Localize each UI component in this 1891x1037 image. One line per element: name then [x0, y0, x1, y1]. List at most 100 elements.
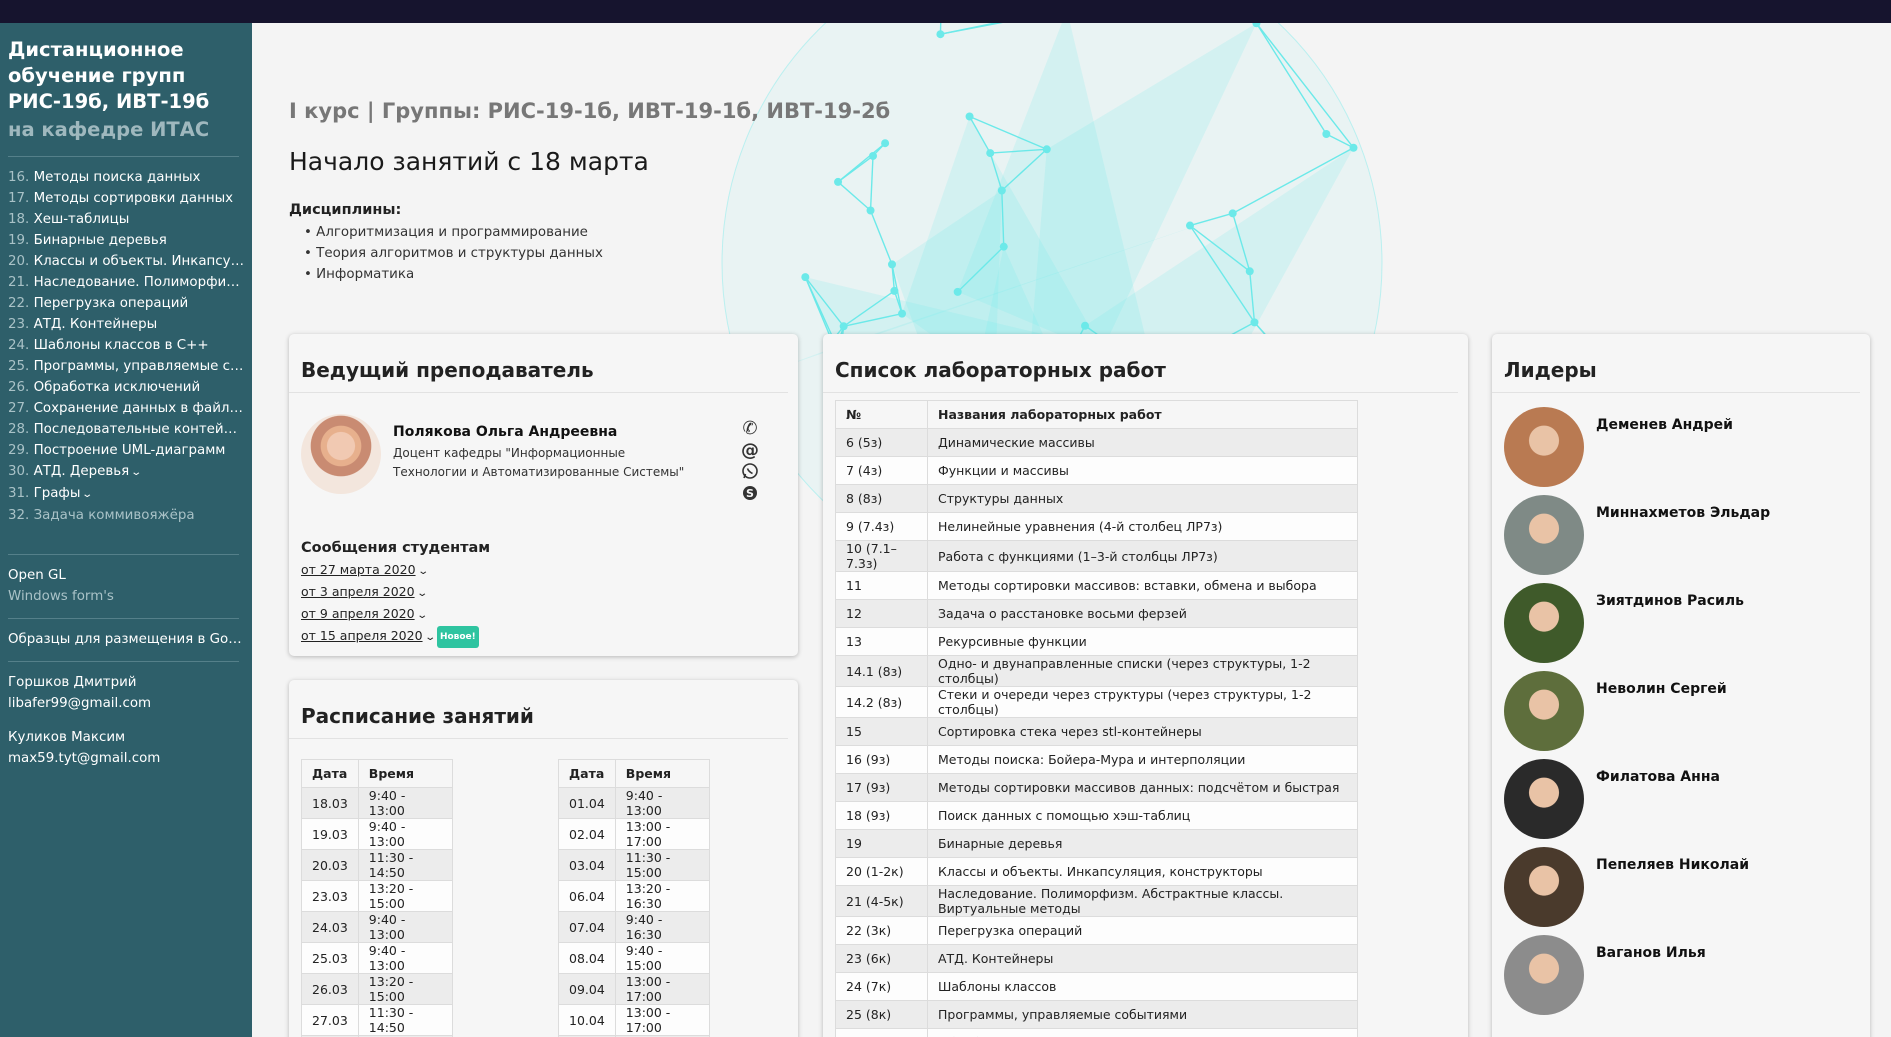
table-cell: Нелинейные уравнения (4-й столбец ЛР7з)	[927, 512, 1358, 541]
table-row: 08.04 9:40 - 15:00	[558, 942, 710, 974]
table-cell: 13:20 - 16:30	[614, 880, 710, 912]
topic-label: Графы	[33, 486, 81, 501]
table-cell: 14.2 (8з)	[835, 686, 928, 718]
table-row: 23 (6к) АТД. Контейнеры	[835, 944, 1358, 973]
teacher-avatar	[301, 414, 381, 494]
leader-item[interactable]: Ваганов Илья	[1504, 935, 1834, 1023]
table-row: 15 Сортировка стека через stl-контейнеры	[835, 717, 1358, 746]
table-header-row: № Названия лабораторных работ	[835, 400, 1358, 429]
table-cell: 16 (9з)	[835, 745, 928, 774]
table-cell: 13	[835, 627, 928, 656]
sidebar-title[interactable]: Дистанционное обучение групп РИС-19б, ИВ…	[8, 37, 244, 145]
table-cell: 01.04	[558, 787, 616, 819]
phone-icon[interactable]: ✆	[739, 418, 761, 440]
chevron-down-icon[interactable]: ⌄	[416, 584, 428, 604]
table-cell: 12	[835, 599, 928, 628]
table-row: 17 (9з) Методы сортировки массивов данных…	[835, 773, 1358, 802]
sidebar-topic-item[interactable]: 22. Перегрузка операций	[8, 293, 244, 314]
table-cell: 25.03	[301, 942, 359, 974]
sidebar-topic-item[interactable]: 17. Методы сортировки данных	[8, 188, 244, 209]
table-row: 12 Задача о расстановке восьми ферзей	[835, 599, 1358, 628]
topic-number: 25.	[8, 359, 30, 374]
sidebar-topic-item[interactable]: 31. Графы⌄	[8, 483, 244, 505]
topic-label: Перегрузка операций	[33, 296, 189, 311]
whatsapp-icon[interactable]	[739, 462, 761, 484]
table-row: 8 (8з) Структуры данных	[835, 484, 1358, 513]
leader-item[interactable]: Миннахметов Эльдар	[1504, 495, 1834, 583]
message-link[interactable]: от 15 апреля 2020	[301, 628, 423, 643]
chevron-down-icon[interactable]: ⌄	[416, 606, 428, 626]
message-link[interactable]: от 27 марта 2020	[301, 562, 416, 577]
sidebar-topic-item[interactable]: 19. Бинарные деревья	[8, 230, 244, 251]
sidebar-topic-item[interactable]: 23. АТД. Контейнеры	[8, 314, 244, 335]
topic-label: Построение UML-диаграмм	[33, 443, 226, 458]
column-header: Время	[357, 759, 453, 788]
leader-item[interactable]: Зиятдинов Расиль	[1504, 583, 1834, 671]
top-bar	[0, 0, 1891, 23]
table-cell: 26 (9к)	[835, 1028, 928, 1037]
topic-label: Обработка исключений	[33, 380, 201, 395]
leader-name: Зиятдинов Расиль	[1596, 593, 1744, 609]
sidebar-topic-item[interactable]: 21. Наследование. Полиморфизм. ...	[8, 272, 244, 293]
sidebar-topic-item[interactable]: 27. Сохранение данных в файле с ...	[8, 398, 244, 419]
table-cell: 9:40 - 16:30	[614, 911, 710, 943]
table-row: 07.04 9:40 - 16:30	[558, 911, 710, 943]
link-opengl[interactable]: Open GL	[8, 565, 244, 586]
topic-label: Наследование. Полиморфизм. ...	[33, 275, 244, 290]
chevron-down-icon[interactable]: ⌄	[130, 462, 142, 483]
table-row: 19 Бинарные деревья	[835, 829, 1358, 858]
sidebar-topic-item[interactable]: 30. АТД. Деревья⌄	[8, 461, 244, 483]
sidebar-topic-item[interactable]: 20. Классы и объекты. Инкапсуляц...	[8, 251, 244, 272]
sidebar-topic-item[interactable]: 29. Построение UML-диаграмм	[8, 440, 244, 461]
table-cell: Задача о расстановке восьми ферзей	[927, 599, 1358, 628]
sidebar-topic-item[interactable]: 25. Программы, управляемые собы...	[8, 356, 244, 377]
table-cell: 9:40 - 13:00	[357, 787, 453, 819]
sidebar-topic-item[interactable]: 28. Последовательные контейнеры...	[8, 419, 244, 440]
table-cell: 09.04	[558, 973, 616, 1005]
table-row: 10 (7.1–7.3з) Работа с функциями (1–3-й с…	[835, 540, 1358, 572]
message-link[interactable]: от 3 апреля 2020	[301, 584, 415, 599]
leader-name: Миннахметов Эльдар	[1596, 505, 1771, 521]
topic-number: 20.	[8, 254, 30, 269]
contact-email[interactable]: max59.tyt@gmail.com	[8, 748, 244, 769]
table-row: 11 Методы сортировки массивов: вставки, о…	[835, 571, 1358, 600]
message-link[interactable]: от 9 апреля 2020	[301, 606, 415, 621]
sidebar-topic-item[interactable]: 18. Хеш-таблицы	[8, 209, 244, 230]
disciplines-label: Дисциплины:	[289, 202, 402, 218]
table-cell: 03.04	[558, 849, 616, 881]
table-row: 6 (5з) Динамические массивы	[835, 428, 1358, 457]
table-row: 13 Рекурсивные функции	[835, 627, 1358, 656]
sidebar-topic-item[interactable]: 32. Задача коммивояжёра	[8, 505, 244, 526]
email-icon[interactable]: @	[739, 440, 761, 462]
table-row: 09.04 13:00 - 17:00	[558, 973, 710, 1005]
table-row: 25 (8к) Программы, управляемые событиями	[835, 1000, 1358, 1029]
table-row: 23.03 13:20 - 15:00	[301, 880, 453, 912]
topic-label: Шаблоны классов в C++	[33, 338, 209, 353]
table-row: 26.03 13:20 - 15:00	[301, 973, 453, 1005]
contact-email[interactable]: libafer99@gmail.com	[8, 693, 244, 714]
chevron-down-icon[interactable]: ⌄	[82, 484, 94, 505]
leader-item[interactable]: Пепеляев Николай	[1504, 847, 1834, 935]
table-cell: Сортировка стека через stl-контейнеры	[927, 717, 1358, 746]
sidebar-topic-item[interactable]: 24. Шаблоны классов в C++	[8, 335, 244, 356]
link-samples[interactable]: Образцы для размещения в Googl...	[8, 629, 244, 650]
chevron-down-icon[interactable]: ⌄	[417, 562, 429, 582]
sidebar-topic-item[interactable]: 26. Обработка исключений	[8, 377, 244, 398]
leader-item[interactable]: Филатова Анна	[1504, 759, 1834, 847]
divider	[8, 661, 239, 662]
leader-avatar	[1504, 759, 1584, 839]
skype-icon[interactable]: S	[739, 484, 761, 506]
chevron-down-icon[interactable]: ⌄	[424, 628, 436, 648]
sidebar-topic-item[interactable]: 16. Методы поиска данных	[8, 167, 244, 188]
table-cell: 13:00 - 17:00	[614, 818, 710, 850]
leader-item[interactable]: Деменев Андрей	[1504, 407, 1834, 495]
topic-label: Программы, управляемые собы...	[33, 359, 244, 374]
leader-name: Ваганов Илья	[1596, 945, 1706, 961]
table-row: 03.04 11:30 - 15:00	[558, 849, 710, 881]
table-cell: Структуры данных	[927, 484, 1358, 513]
student-messages-list: от 27 марта 2020⌄ от 3 апреля 2020⌄ от 9…	[301, 560, 479, 648]
leader-item[interactable]: Неволин Сергей	[1504, 671, 1834, 759]
topic-label: АТД. Контейнеры	[33, 317, 158, 332]
discipline-item: Информатика	[304, 264, 603, 285]
link-windows-forms[interactable]: Windows form's	[8, 586, 244, 607]
